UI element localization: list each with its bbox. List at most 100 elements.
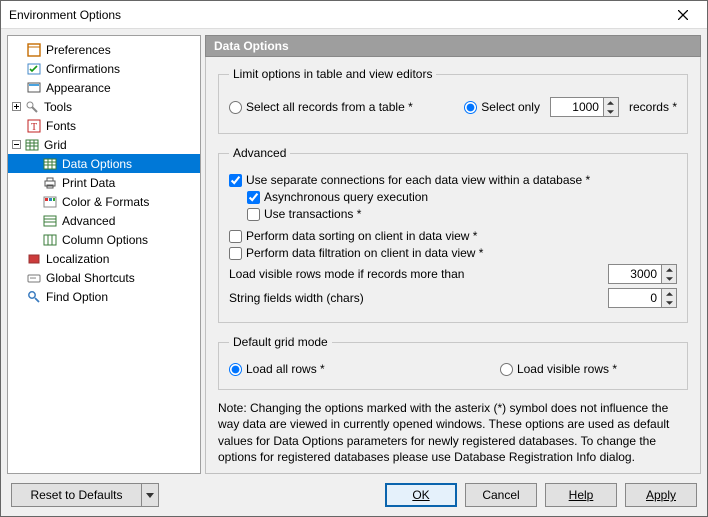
radio-select-all-input[interactable]: [229, 101, 242, 114]
color-formats-icon: [42, 194, 58, 210]
tree-item-advanced[interactable]: Advanced: [8, 211, 200, 230]
load-rows-label: Load visible rows mode if records more t…: [229, 267, 464, 281]
check-input[interactable]: [247, 191, 260, 204]
close-icon: [678, 10, 688, 20]
advanced-group: Advanced Use separate connections for ea…: [218, 146, 688, 323]
select-only-value[interactable]: [551, 98, 603, 116]
spin-down[interactable]: [662, 274, 676, 283]
check-label: Asynchronous query execution: [264, 190, 428, 204]
check-input[interactable]: [229, 247, 242, 260]
tree-item-grid[interactable]: Grid: [8, 135, 200, 154]
advanced-icon: [42, 213, 58, 229]
find-option-icon: [26, 289, 42, 305]
radio-label: Load visible rows *: [517, 362, 617, 376]
data-options-icon: [42, 156, 58, 172]
nav-tree[interactable]: Preferences Confirmations Appearance Too…: [7, 35, 201, 474]
load-rows-value[interactable]: [609, 265, 661, 283]
expander-icon[interactable]: [10, 139, 22, 151]
expander-icon[interactable]: [10, 101, 22, 113]
button-label: Reset to Defaults: [30, 488, 122, 502]
column-options-icon: [42, 232, 58, 248]
button-label: Help: [569, 488, 594, 502]
radio-select-only-input[interactable]: [464, 101, 477, 114]
tree-item-global-shortcuts[interactable]: Global Shortcuts: [8, 268, 200, 287]
radio-load-all-rows[interactable]: Load all rows *: [229, 362, 325, 376]
tree-item-preferences[interactable]: Preferences: [8, 40, 200, 59]
string-width-spin[interactable]: [608, 288, 677, 308]
advanced-legend: Advanced: [229, 146, 290, 160]
fonts-icon: T: [26, 118, 42, 134]
tree-label: Localization: [46, 252, 109, 266]
limit-legend: Limit options in table and view editors: [229, 67, 436, 81]
spin-down[interactable]: [604, 107, 618, 116]
spin-up[interactable]: [604, 98, 618, 107]
select-only-spin[interactable]: [550, 97, 619, 117]
default-grid-mode-group: Default grid mode Load all rows * Load v…: [218, 335, 688, 390]
ok-button[interactable]: OK: [385, 483, 457, 507]
radio-label: Select only: [481, 100, 540, 114]
grid-icon: [24, 137, 40, 153]
string-width-value[interactable]: [609, 289, 661, 307]
tree-label: Print Data: [62, 176, 115, 190]
tree-item-print-data[interactable]: Print Data: [8, 173, 200, 192]
asterisk-note: Note: Changing the options marked with t…: [218, 400, 688, 465]
tree-label: Data Options: [62, 157, 132, 171]
reset-dropdown[interactable]: [141, 483, 159, 507]
button-label: Cancel: [482, 488, 519, 502]
apply-button[interactable]: Apply: [625, 483, 697, 507]
tree-label: Grid: [44, 138, 67, 152]
tree-label: Find Option: [46, 290, 108, 304]
tree-item-fonts[interactable]: T Fonts: [8, 116, 200, 135]
check-label: Perform data filtration on client in dat…: [246, 246, 483, 260]
titlebar: Environment Options: [1, 1, 707, 29]
radio-input[interactable]: [229, 363, 242, 376]
check-async-query[interactable]: Asynchronous query execution: [247, 190, 428, 204]
radio-select-only[interactable]: Select only: [464, 100, 540, 114]
check-input[interactable]: [247, 208, 260, 221]
dialog-footer: Reset to Defaults OK Cancel Help Apply: [1, 474, 707, 516]
button-label: OK: [412, 488, 429, 502]
reset-to-defaults-splitbutton[interactable]: Reset to Defaults: [11, 483, 159, 507]
check-label: Use transactions *: [264, 207, 361, 221]
tree-item-color-formats[interactable]: Color & Formats: [8, 192, 200, 211]
check-input[interactable]: [229, 230, 242, 243]
tree-item-confirmations[interactable]: Confirmations: [8, 59, 200, 78]
tree-label: Tools: [44, 100, 72, 114]
tree-item-tools[interactable]: Tools: [8, 97, 200, 116]
radio-input[interactable]: [500, 363, 513, 376]
radio-load-visible-rows[interactable]: Load visible rows *: [500, 362, 617, 376]
radio-select-all[interactable]: Select all records from a table *: [229, 100, 413, 114]
check-use-separate-connections[interactable]: Use separate connections for each data v…: [229, 173, 590, 187]
check-filter-client[interactable]: Perform data filtration on client in dat…: [229, 246, 483, 260]
tree-label: Color & Formats: [62, 195, 149, 209]
tree-item-column-options[interactable]: Column Options: [8, 230, 200, 249]
radio-label: Select all records from a table *: [246, 100, 413, 114]
spin-down[interactable]: [662, 298, 676, 307]
chevron-down-icon: [146, 493, 154, 498]
spin-up[interactable]: [662, 265, 676, 274]
reset-to-defaults-button[interactable]: Reset to Defaults: [11, 483, 141, 507]
check-use-transactions[interactable]: Use transactions *: [247, 207, 361, 221]
tree-label: Column Options: [62, 233, 148, 247]
check-label: Perform data sorting on client in data v…: [246, 229, 477, 243]
appearance-icon: [26, 80, 42, 96]
tree-item-appearance[interactable]: Appearance: [8, 78, 200, 97]
page-title: Data Options: [205, 35, 701, 57]
button-label: Apply: [646, 488, 676, 502]
spin-up[interactable]: [662, 289, 676, 298]
tools-icon: [24, 99, 40, 115]
tree-item-data-options[interactable]: Data Options: [8, 154, 200, 173]
check-input[interactable]: [229, 174, 242, 187]
tree-item-localization[interactable]: Localization: [8, 249, 200, 268]
cancel-button[interactable]: Cancel: [465, 483, 537, 507]
tree-label: Confirmations: [46, 62, 120, 76]
tree-item-find-option[interactable]: Find Option: [8, 287, 200, 306]
load-rows-spin[interactable]: [608, 264, 677, 284]
content-pane: Data Options Limit options in table and …: [205, 35, 701, 474]
check-sort-client[interactable]: Perform data sorting on client in data v…: [229, 229, 477, 243]
window-title: Environment Options: [9, 8, 663, 22]
svg-text:T: T: [31, 122, 37, 133]
help-button[interactable]: Help: [545, 483, 617, 507]
close-button[interactable]: [663, 3, 703, 27]
tree-label: Preferences: [46, 43, 111, 57]
